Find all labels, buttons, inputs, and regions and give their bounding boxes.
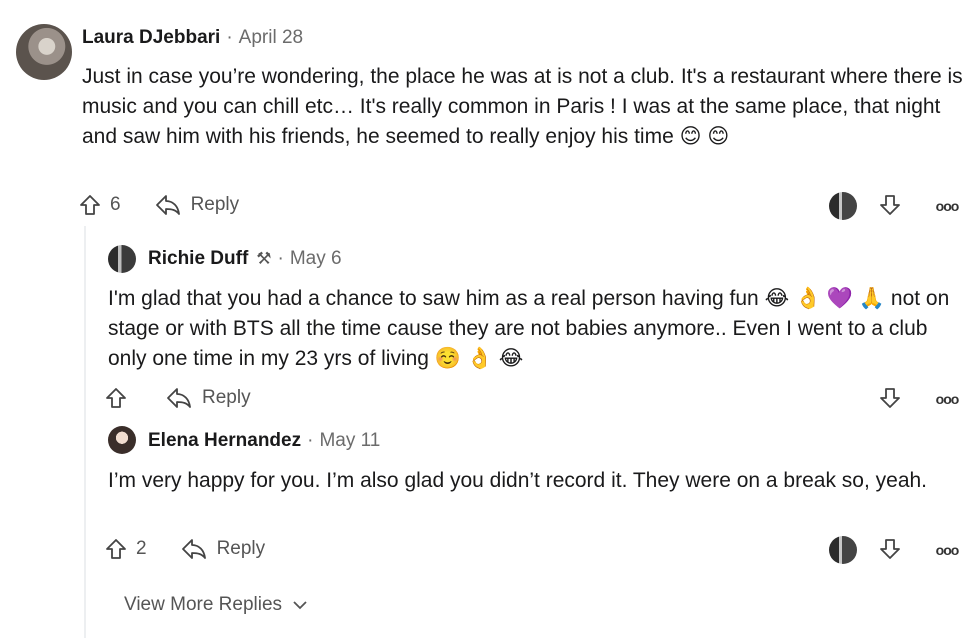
avatar-laura[interactable] <box>16 24 72 80</box>
downvote-button[interactable] <box>876 384 904 412</box>
chevron-down-icon <box>292 597 308 613</box>
comment-header: Elena Hernandez · May 11 <box>148 430 380 452</box>
reply-label: Reply <box>190 194 240 215</box>
reply-arrow-icon <box>181 539 206 559</box>
arrow-up-icon <box>106 388 126 408</box>
view-more-replies-button[interactable]: View More Replies <box>124 594 308 616</box>
avatar-richie[interactable] <box>108 245 136 273</box>
more-options-icon[interactable]: ooo <box>930 387 964 411</box>
awarder-avatar[interactable] <box>829 536 857 564</box>
author-name[interactable]: Elena Hernandez <box>148 430 301 452</box>
reply-label: Reply <box>216 538 266 559</box>
more-options-icon[interactable]: ooo <box>930 194 964 218</box>
avatar-elena[interactable] <box>108 426 136 454</box>
reply-button[interactable]: Reply <box>155 193 240 217</box>
comment-date: May 11 <box>319 430 381 451</box>
reply-label: Reply <box>202 387 251 408</box>
awarder-avatar[interactable] <box>829 192 857 220</box>
reply-button[interactable]: Reply <box>166 386 251 410</box>
downvote-button[interactable] <box>876 191 904 219</box>
comment-header: Richie Duff ⚒ · May 6 <box>148 248 342 270</box>
author-name[interactable]: Richie Duff <box>148 248 248 270</box>
upvote-button[interactable] <box>104 386 136 410</box>
separator-dot: · <box>277 248 284 269</box>
arrow-down-icon <box>880 388 900 408</box>
comment-text: I’m very happy for you. I’m also glad yo… <box>108 469 928 492</box>
author-name[interactable]: Laura DJebbari <box>82 27 220 49</box>
reply-arrow-icon <box>155 195 180 215</box>
reply-arrow-icon <box>167 388 191 408</box>
downvote-button[interactable] <box>876 535 904 563</box>
separator-dot: · <box>307 430 314 451</box>
vote-count: 2 <box>136 538 147 559</box>
thread-line <box>84 226 86 638</box>
comment-text: Just in case you’re wondering, the place… <box>82 65 963 148</box>
arrow-up-icon <box>106 539 126 559</box>
arrow-down-icon <box>880 539 900 559</box>
comment-actions: 2 Reply <box>104 537 265 561</box>
separator-dot: · <box>226 27 233 48</box>
comment-header: Laura DJebbari · April 28 <box>82 27 303 49</box>
upvote-button[interactable]: 6 <box>78 193 121 217</box>
vote-count: 6 <box>110 194 121 215</box>
arrow-up-icon <box>80 195 100 215</box>
more-options-icon[interactable]: ooo <box>930 538 964 562</box>
comment-text: I'm glad that you had a chance to saw hi… <box>108 287 950 370</box>
upvote-button[interactable]: 2 <box>104 537 147 561</box>
view-more-label: View More Replies <box>124 594 283 615</box>
comment-date: May 6 <box>289 248 342 269</box>
reply-button[interactable]: Reply <box>181 537 266 561</box>
comment-actions: Reply <box>104 386 251 410</box>
hammer-icon: ⚒ <box>256 249 272 268</box>
comment-actions: 6 Reply <box>78 193 239 217</box>
comment-date: April 28 <box>238 27 304 48</box>
arrow-down-icon <box>880 195 900 215</box>
